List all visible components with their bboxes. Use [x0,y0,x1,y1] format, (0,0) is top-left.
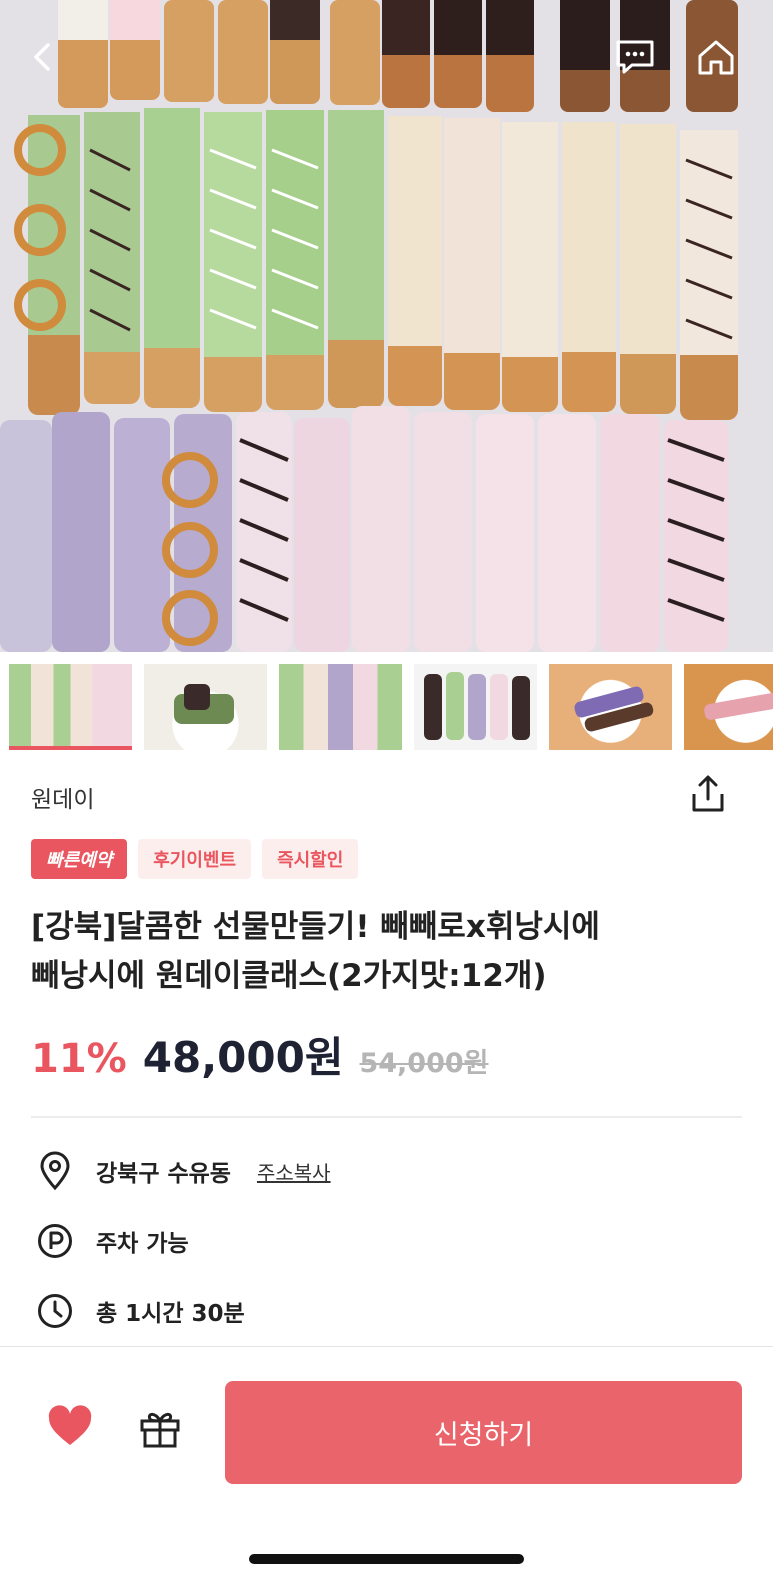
thumbnail-1[interactable] [9,664,132,750]
duration-text: 총 1시간 30분 [96,1301,245,1327]
info-location: 강북구 수유동 주소복사 [36,1151,331,1191]
parking-icon [36,1222,74,1260]
discount-rate: 11% [31,1036,127,1082]
copy-address-link[interactable]: 주소복사 [257,1157,331,1186]
wishlist-button[interactable] [47,1405,93,1451]
back-button[interactable] [18,32,68,82]
chat-bubble-icon [616,40,654,74]
tag-list: 빠른예약 후기이벤트 즉시할인 [31,839,359,879]
tag-instant-discount: 즉시할인 [262,839,359,879]
chat-button[interactable] [610,32,660,82]
heart-icon [48,1405,92,1445]
product-title-line1: [강북]달콤한 선물만들기! 빼빼로x휘낭시에 [31,909,600,945]
thumbnail-5[interactable] [549,664,672,750]
home-button[interactable] [691,32,741,82]
thumbnail-strip [0,664,773,750]
info-parking: 주차 가능 [36,1222,189,1260]
share-button[interactable] [688,774,728,814]
tag-fast-booking: 빠른예약 [31,839,128,879]
thumbnail-6[interactable] [684,664,773,750]
home-icon [698,40,734,75]
sale-price: 48,000원 [142,1033,344,1082]
location-pin-icon [36,1151,74,1191]
clock-icon [36,1292,74,1330]
thumbnail-2[interactable] [144,664,267,750]
price-row: 11% 48,000원 54,000원 [31,1024,489,1085]
divider [31,1116,742,1118]
info-duration: 총 1시간 30분 [36,1292,245,1330]
product-title-line2: 빼낭시에 원데이클래스(2가지맛:12개) [31,958,547,994]
home-indicator [249,1554,524,1564]
apply-button[interactable]: 신청하기 [225,1381,742,1484]
thumbnail-3[interactable] [279,664,402,750]
original-price: 54,000원 [359,1048,489,1079]
share-icon [692,775,724,812]
tag-review-event: 후기이벤트 [138,839,252,879]
location-text: 강북구 수유동 [96,1161,231,1187]
brand-name[interactable]: 원데이 [31,780,94,814]
parking-text: 주차 가능 [96,1231,189,1257]
thumbnail-4[interactable] [414,664,537,750]
gift-icon [140,1412,180,1448]
product-hero-image[interactable] [0,0,773,652]
chevron-left-icon [34,43,50,71]
gift-button[interactable] [138,1407,184,1453]
product-title: [강북]달콤한 선물만들기! 빼빼로x휘낭시에 빼낭시에 원데이클래스(2가지맛… [31,903,731,1001]
